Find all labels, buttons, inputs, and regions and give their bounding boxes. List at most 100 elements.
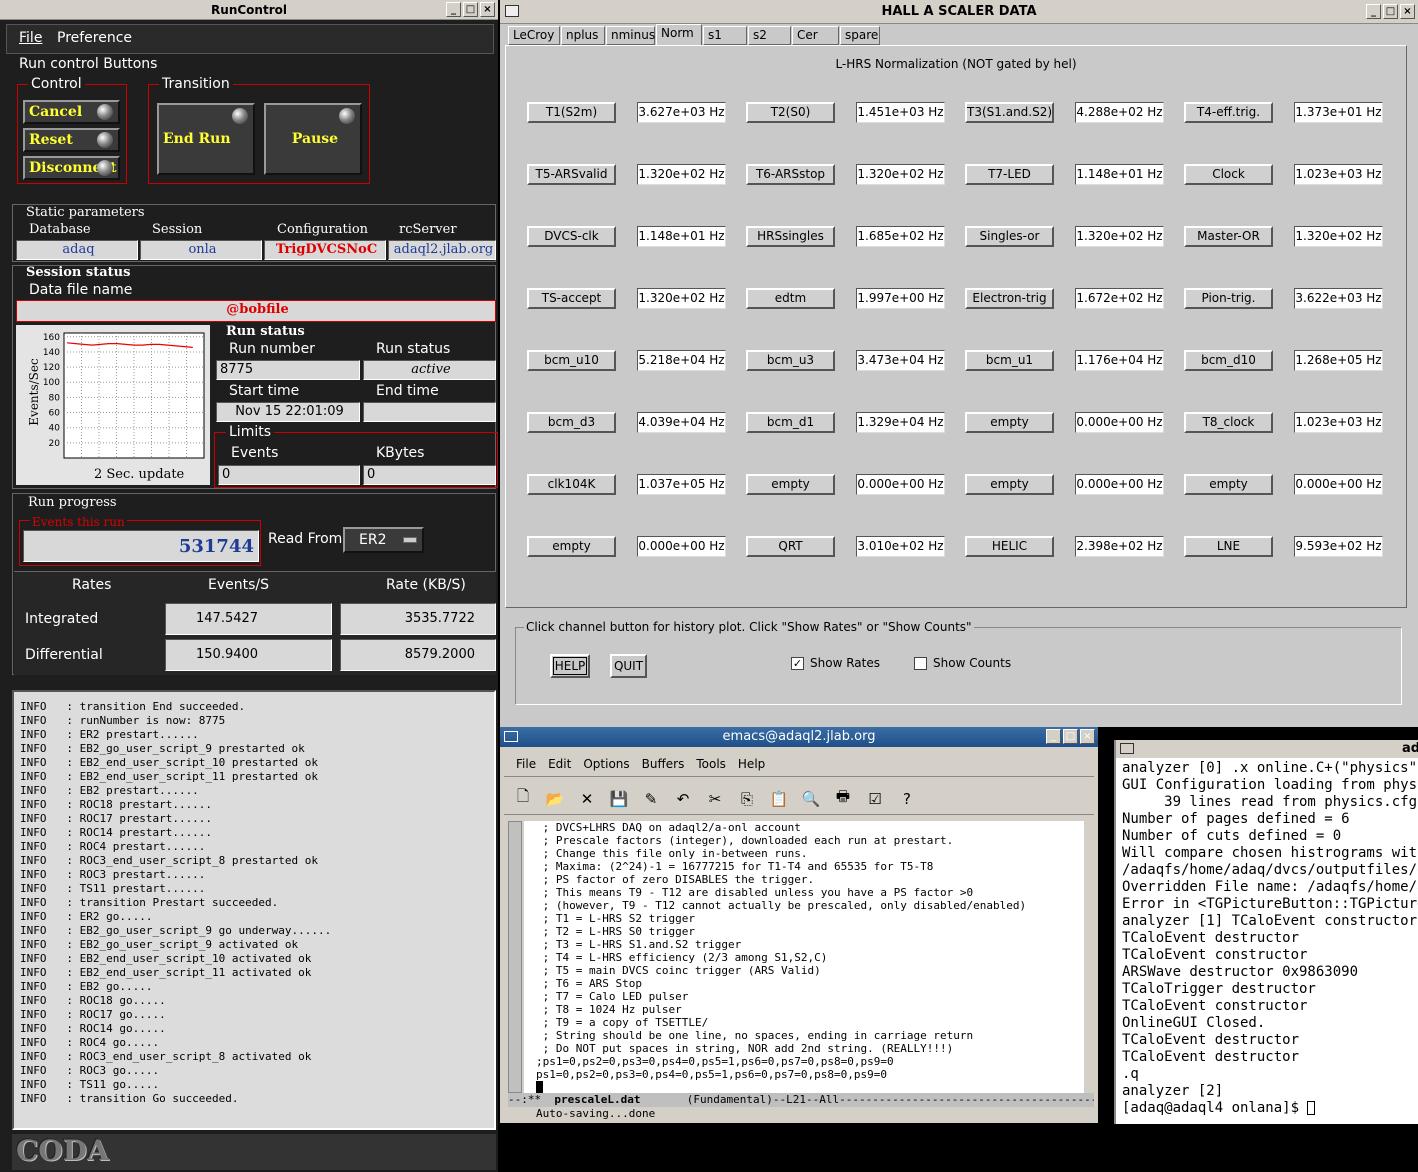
menu-preference[interactable]: Preference bbox=[57, 30, 132, 46]
events-limit-field[interactable]: 0 bbox=[218, 465, 360, 485]
emacs-menu-edit[interactable]: Edit bbox=[548, 757, 571, 771]
minimize-icon[interactable]: _ bbox=[446, 2, 461, 17]
cancel-button[interactable]: Cancel bbox=[23, 100, 120, 124]
cut-icon[interactable]: ✂ bbox=[704, 788, 726, 810]
print-icon[interactable]: 🖶 bbox=[832, 787, 854, 810]
channel-button[interactable]: bcm_d3 bbox=[527, 412, 616, 433]
maximize-icon[interactable]: □ bbox=[1063, 729, 1078, 744]
runcontrol-titlebar[interactable]: RunControl _ □ × bbox=[0, 0, 498, 20]
help-button[interactable]: HELP bbox=[550, 654, 590, 678]
log-line: INFO : ROC18 prestart...... bbox=[20, 798, 213, 811]
emacs-minibuffer[interactable]: Auto-saving...done bbox=[524, 1107, 1094, 1121]
kbytes-limit-field[interactable]: 0 bbox=[363, 465, 496, 485]
emacs-menu-tools[interactable]: Tools bbox=[696, 757, 726, 771]
close-icon[interactable]: × bbox=[1080, 729, 1095, 744]
channel-button[interactable]: empty bbox=[527, 536, 616, 557]
end-run-button[interactable]: End Run bbox=[157, 103, 255, 175]
maximize-icon[interactable]: □ bbox=[463, 2, 478, 17]
terminal-output[interactable]: analyzer [0] .x online.C+("physics",8 GUI… bbox=[1122, 760, 1418, 1122]
channel-button[interactable]: TS-accept bbox=[527, 288, 616, 309]
tab-spare[interactable]: spare bbox=[840, 26, 880, 45]
channel-button[interactable]: LNE bbox=[1184, 536, 1273, 557]
tab-nminus[interactable]: nminus bbox=[606, 26, 655, 45]
emacs-scrollbar[interactable] bbox=[508, 821, 522, 1093]
tab-norm[interactable]: Norm bbox=[656, 24, 702, 46]
window-menu-icon[interactable] bbox=[1120, 743, 1134, 754]
emacs-menu-help[interactable]: Help bbox=[738, 757, 765, 771]
channel-button[interactable]: bcm_d10 bbox=[1184, 350, 1273, 371]
channel-button[interactable]: Singles-or bbox=[965, 226, 1054, 247]
channel-button[interactable]: T2(S0) bbox=[746, 102, 835, 123]
emacs-menu-options[interactable]: Options bbox=[583, 757, 629, 771]
channel-button[interactable]: Electron-trig bbox=[965, 288, 1054, 309]
tab-lecroy[interactable]: LeCroy bbox=[508, 26, 560, 45]
show-rates-checkbox[interactable]: ✓ bbox=[791, 657, 804, 670]
channel-button[interactable]: T5-ARSvalid bbox=[527, 164, 616, 185]
read-from-select[interactable]: ER2 bbox=[343, 527, 424, 553]
tab-nplus[interactable]: nplus bbox=[561, 26, 605, 45]
channel-button[interactable]: T8_clock bbox=[1184, 412, 1273, 433]
channel-button[interactable]: bcm_d1 bbox=[746, 412, 835, 433]
minimize-icon[interactable]: _ bbox=[1366, 4, 1381, 19]
maximize-icon[interactable]: □ bbox=[1383, 4, 1398, 19]
channel-button[interactable]: QRT bbox=[746, 536, 835, 557]
new-file-icon[interactable]: 🗋 bbox=[512, 787, 534, 810]
emacs-buffer[interactable]: ; DVCS+LHRS DAQ on adaql2/a-onl account … bbox=[524, 821, 1084, 1093]
channel-button[interactable]: empty bbox=[965, 474, 1054, 495]
channel-button[interactable]: Master-OR bbox=[1184, 226, 1273, 247]
help-icon[interactable]: ? bbox=[896, 788, 918, 810]
emacs-menu-buffers[interactable]: Buffers bbox=[642, 757, 685, 771]
channel-button[interactable]: DVCS-clk bbox=[527, 226, 616, 247]
show-counts-label[interactable]: Show Counts bbox=[933, 656, 1011, 670]
tab-s2[interactable]: s2 bbox=[748, 26, 791, 45]
channel-button[interactable]: Clock bbox=[1184, 164, 1273, 185]
runcontrol-window: RunControl _ □ × File Preference Run contr… bbox=[0, 0, 498, 1172]
channel-button[interactable]: T6-ARSstop bbox=[746, 164, 835, 185]
save-as-icon[interactable]: ✎ bbox=[640, 788, 662, 810]
channel-button[interactable]: T1(S2m) bbox=[527, 102, 616, 123]
open-folder-icon[interactable]: 📂 bbox=[544, 788, 566, 810]
channel-button[interactable]: HELIC bbox=[965, 536, 1054, 557]
reset-button[interactable]: Reset bbox=[23, 128, 120, 152]
channel-button[interactable]: empty bbox=[746, 474, 835, 495]
close-icon[interactable]: × bbox=[480, 2, 495, 17]
close-icon[interactable]: × bbox=[1400, 4, 1415, 19]
terminal-titlebar[interactable]: ad bbox=[1116, 740, 1418, 758]
channel-button[interactable]: empty bbox=[1184, 474, 1273, 495]
window-menu-icon[interactable] bbox=[504, 731, 518, 742]
pause-button[interactable]: Pause bbox=[264, 103, 362, 175]
channel-button[interactable]: HRSsingles bbox=[746, 226, 835, 247]
channel-button[interactable]: empty bbox=[965, 412, 1054, 433]
quit-button[interactable]: QUIT bbox=[610, 654, 647, 678]
copy-icon[interactable]: ⎘ bbox=[736, 788, 758, 810]
show-counts-checkbox[interactable] bbox=[914, 657, 927, 670]
channel-button[interactable]: T3(S1.and.S2) bbox=[965, 102, 1054, 123]
window-menu-icon[interactable] bbox=[505, 5, 519, 17]
undo-icon[interactable]: ↶ bbox=[672, 788, 694, 810]
show-rates-label[interactable]: Show Rates bbox=[810, 656, 880, 670]
search-icon[interactable]: 🔍 bbox=[800, 788, 822, 810]
emacs-titlebar[interactable]: emacs@adaql2.jlab.org _ □ × bbox=[500, 727, 1098, 747]
log-panel[interactable]: INFO : transition End succeeded. INFO : r… bbox=[12, 690, 496, 1130]
terminal-cursor bbox=[1307, 1101, 1316, 1115]
channel-button[interactable]: bcm_u10 bbox=[527, 350, 616, 371]
channel-button[interactable]: Pion-trig. bbox=[1184, 288, 1273, 309]
channel-button[interactable]: T4-eff.trig. bbox=[1184, 102, 1273, 123]
tab-s1[interactable]: s1 bbox=[703, 26, 747, 45]
scaler-titlebar[interactable]: HALL A SCALER DATA _ □ × bbox=[500, 0, 1418, 24]
channel-button[interactable]: bcm_u1 bbox=[965, 350, 1054, 371]
save-icon[interactable]: 💾 bbox=[608, 788, 630, 810]
disconnect-button[interactable]: Disconnect bbox=[23, 156, 120, 180]
channel-button[interactable]: edtm bbox=[746, 288, 835, 309]
channel-button[interactable]: T7-LED bbox=[965, 164, 1054, 185]
channel-value: 1.997e+00 Hz bbox=[856, 288, 945, 309]
close-buffer-icon[interactable]: ✕ bbox=[576, 788, 598, 810]
preferences-icon[interactable]: ☑ bbox=[864, 788, 886, 810]
channel-button[interactable]: bcm_u3 bbox=[746, 350, 835, 371]
emacs-menu-file[interactable]: File bbox=[516, 757, 536, 771]
channel-button[interactable]: clk104K bbox=[527, 474, 616, 495]
menu-file[interactable]: File bbox=[19, 30, 42, 46]
paste-icon[interactable]: 📋 bbox=[768, 788, 790, 810]
minimize-icon[interactable]: _ bbox=[1046, 729, 1061, 744]
tab-cer[interactable]: Cer bbox=[792, 26, 839, 45]
